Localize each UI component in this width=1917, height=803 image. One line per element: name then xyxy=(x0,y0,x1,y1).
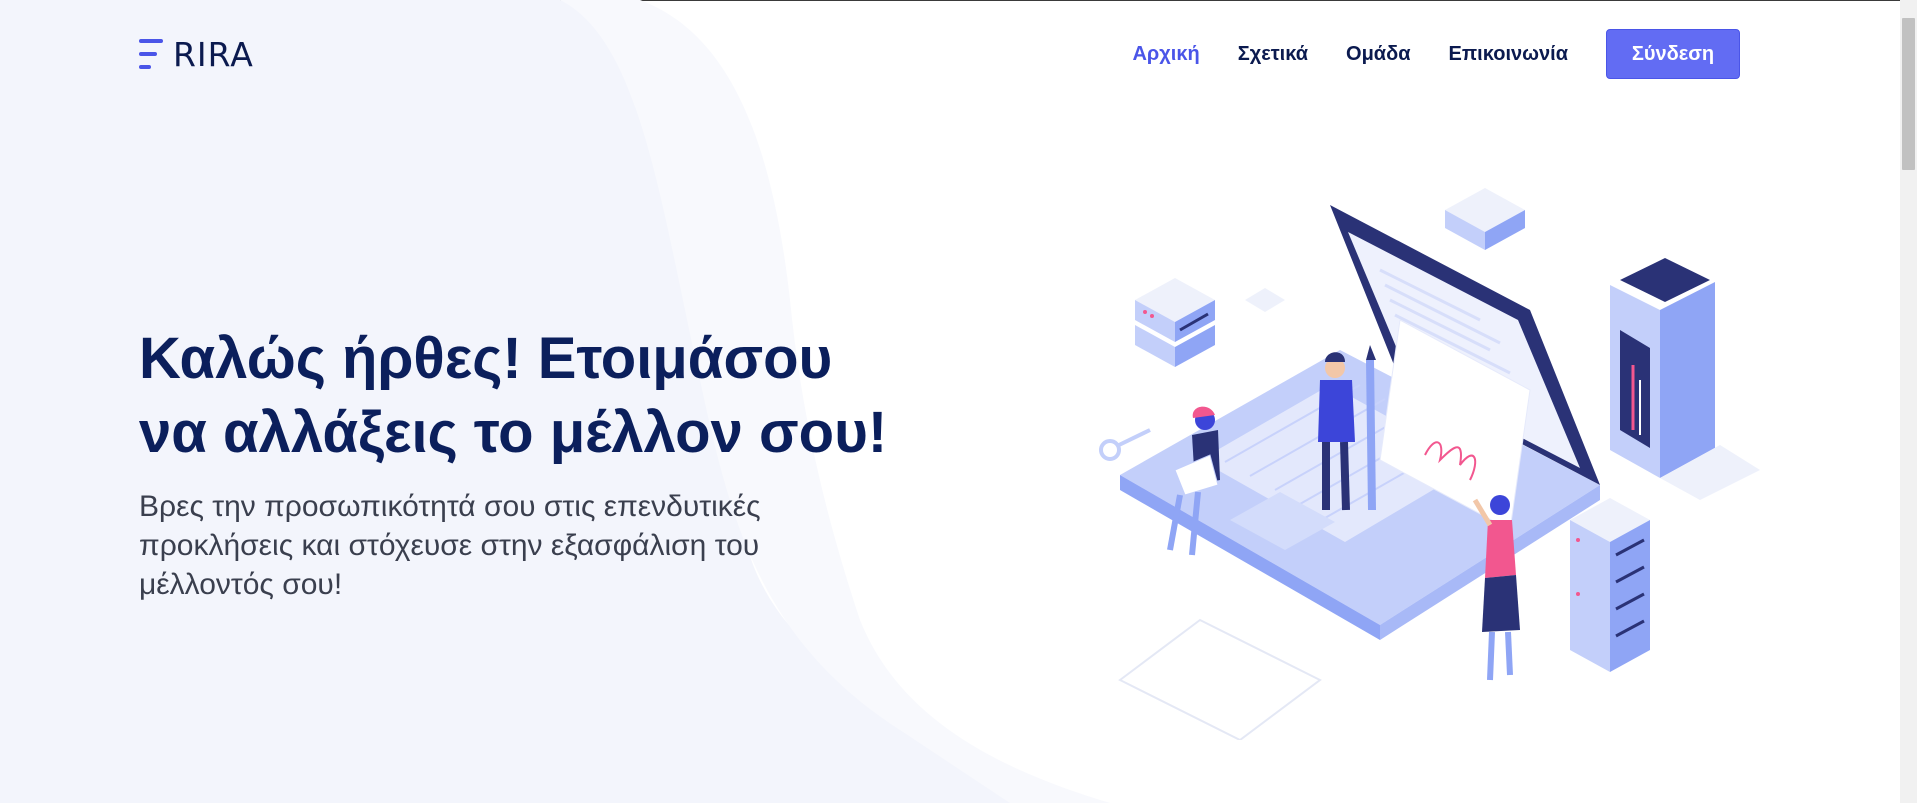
main-nav: Αρχική Σχετικά Ομάδα Επικοινωνία Σύνδεση xyxy=(1094,29,1740,79)
nav-contact[interactable]: Επικοινωνία xyxy=(1449,30,1568,78)
isometric-laptop-people-illustration xyxy=(1099,188,1760,740)
scrollbar-thumb[interactable] xyxy=(1902,18,1915,170)
nav-about[interactable]: Σχετικά xyxy=(1238,30,1308,78)
logo-icon xyxy=(139,37,167,71)
hero-title-line-2: να αλλάξεις το μέλλον σου! xyxy=(139,400,888,465)
brand-logo[interactable]: RIRA xyxy=(139,34,254,74)
brand-name: RIRA xyxy=(173,34,254,74)
hero-title: Καλώς ήρθες! Ετοιμάσου να αλλάξεις το μέ… xyxy=(139,322,979,470)
hero-title-line-1: Καλώς ήρθες! Ετοιμάσου xyxy=(139,326,833,391)
nav-home[interactable]: Αρχική xyxy=(1132,30,1199,78)
landing-page: RIRA Αρχική Σχετικά Ομάδα Επικοινωνία Σύ… xyxy=(0,0,1900,803)
nav-team[interactable]: Ομάδα xyxy=(1346,30,1411,78)
vertical-scrollbar[interactable] xyxy=(1900,0,1917,803)
login-button[interactable]: Σύνδεση xyxy=(1606,29,1740,79)
hero-subtitle: Βρες την προσωπικότητά σου στις επενδυτι… xyxy=(139,490,761,601)
